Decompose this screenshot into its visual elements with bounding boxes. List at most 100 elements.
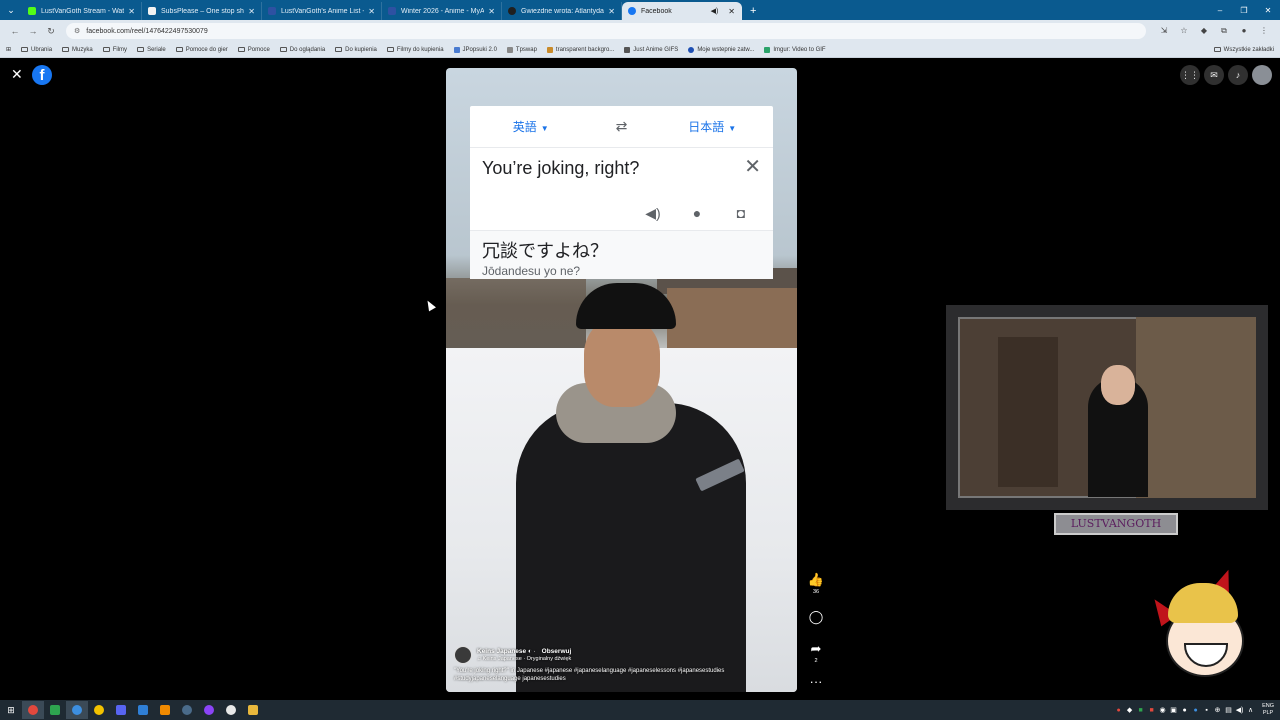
bookmark-filmy-do-kupienia[interactable]: Filmy do kupienia (386, 47, 444, 53)
follow-button[interactable]: Obserwuj (542, 648, 572, 655)
reel-video[interactable]: 英語 ▼ ⇄ 日本語 ▼ You’re joking, right? ✕ ◀) ● … (446, 68, 797, 692)
menu-icon[interactable]: ⋮ (1254, 26, 1274, 36)
tray-icon[interactable]: ● (1190, 707, 1201, 714)
messenger-icon[interactable]: ✉ (1204, 65, 1224, 85)
avatar[interactable] (1252, 65, 1272, 85)
author-avatar[interactable] (454, 646, 472, 665)
file-explorer-icon[interactable] (242, 701, 264, 719)
tray-icon[interactable]: ▪ (1201, 707, 1212, 714)
tab-facebook[interactable]: Facebook ◀) ✕ (622, 2, 742, 20)
bookmark-label: Pomoce (247, 46, 270, 53)
target-language: 日本語 ▼ (652, 118, 774, 135)
address-bar[interactable]: ⚙ facebook.com/reel/1476422497530079 (66, 23, 1146, 39)
tray-icon[interactable]: ■ (1135, 707, 1146, 714)
site-info-icon[interactable]: ⚙ (74, 27, 80, 35)
streamer-nameplate: LUSTVANGOTH (1054, 513, 1178, 535)
audio-label[interactable]: ♫ Keins Japanese · Oryginalny dźwięk (477, 656, 571, 662)
forward-icon[interactable]: → (24, 26, 42, 36)
folder-icon (386, 47, 394, 52)
bookmark-star-icon[interactable]: ☆ (1174, 26, 1194, 36)
vlc-icon[interactable] (154, 701, 176, 719)
tray-icon[interactable]: ■ (1146, 707, 1157, 714)
comment-action[interactable]: ◯ (809, 609, 824, 625)
twitch-icon[interactable] (198, 701, 220, 719)
new-tab-button[interactable]: + (742, 2, 764, 20)
bookmark-ubrania[interactable]: Ubrania (21, 47, 52, 53)
maximize-icon[interactable]: ❐ (1232, 6, 1256, 15)
tray-icon[interactable]: ◉ (1157, 706, 1168, 714)
bookmark-just-anime-gifs[interactable]: Just Anime GIFS (624, 46, 678, 53)
bookmark-jpopsuki[interactable]: JPopsuki 2.0 (453, 46, 497, 53)
app-icon[interactable] (88, 701, 110, 719)
app-icon[interactable] (132, 701, 154, 719)
tray-icon[interactable]: ▣ (1168, 706, 1179, 714)
close-tab-icon[interactable]: ✕ (368, 7, 375, 16)
target-text: 冗談ですよね？ (482, 241, 608, 262)
microphone-icon[interactable]: ● (1179, 707, 1190, 714)
folder-icon (21, 47, 29, 52)
install-icon[interactable]: ⇲ (1154, 26, 1174, 36)
network-icon[interactable]: ▤ (1223, 706, 1234, 714)
all-bookmarks[interactable]: Wszystkie zakładki (1213, 47, 1274, 53)
author-name[interactable]: Keins Japanese (477, 648, 526, 655)
bookmark-transparent-background[interactable]: transparent backgro... (546, 46, 614, 53)
bookmark-filmy[interactable]: Filmy (102, 47, 127, 53)
microphone-icon: ● (692, 205, 702, 221)
bookmark-pomoce[interactable]: Pomoce (237, 46, 270, 53)
windows-taskbar: ⊞ ● ◆ ■ ■ ◉ ▣ ● ● ▪ ⊕ ▤ ◀) ∧ ENG PLP (0, 700, 1280, 720)
bookmark-do-kupienia[interactable]: Do kupienia (335, 47, 377, 53)
close-viewer-icon[interactable]: ✕ (11, 66, 23, 83)
close-tab-icon[interactable]: ✕ (608, 7, 615, 16)
discord-icon[interactable] (110, 701, 132, 719)
volume-icon[interactable]: ◀) (1234, 706, 1245, 714)
tab-subsplease[interactable]: SubsPlease – One stop shop fo ✕ (142, 2, 262, 20)
bookmark-moje-wstepnie[interactable]: Moje wstepnie zatw... (688, 46, 755, 53)
tray-icon[interactable]: ◆ (1124, 706, 1135, 714)
apps-icon[interactable]: ⊞ (6, 46, 11, 53)
language-indicator[interactable]: ENG PLP (1262, 703, 1274, 717)
windows-start-icon[interactable]: ⊞ (0, 701, 22, 719)
extension-icon[interactable]: ◆ (1194, 26, 1214, 36)
share-count: 2 (814, 658, 818, 664)
reload-icon[interactable]: ↻ (42, 26, 60, 37)
tab-anime-list[interactable]: LustVanGoth's Anime List - My ✕ (262, 2, 382, 20)
obs-icon[interactable] (220, 701, 242, 719)
facebook-logo[interactable]: f (32, 65, 52, 85)
bookmark-pomoce-do-gier[interactable]: Pomoce do gier (175, 47, 228, 53)
menu-grid-icon[interactable]: ⋮⋮ (1180, 65, 1200, 85)
window-close-icon[interactable]: ✕ (1256, 6, 1280, 15)
back-icon[interactable]: ← (6, 26, 24, 36)
steam-icon[interactable] (176, 701, 198, 719)
minimize-icon[interactable]: – (1208, 6, 1232, 15)
tab-search-icon[interactable]: ⌄ (0, 0, 22, 20)
chevron-up-icon[interactable]: ∧ (1245, 706, 1256, 714)
tab-title: LustVanGoth Stream - Watch Li (41, 7, 125, 15)
tab-lustvangoth-stream[interactable]: LustVanGoth Stream - Watch Li ✕ (22, 2, 142, 20)
profile-icon[interactable]: ● (1234, 26, 1254, 36)
chrome-icon[interactable] (22, 701, 44, 719)
more-action[interactable]: ··· (810, 674, 823, 689)
like-action[interactable]: 👍 36 (808, 572, 824, 595)
bookmark-tpswap[interactable]: Tpswap (506, 46, 537, 53)
tray-icon[interactable]: ● (1113, 707, 1124, 714)
bookmark-seriale[interactable]: Seriale (137, 47, 166, 53)
close-tab-icon[interactable]: ✕ (248, 7, 255, 16)
close-tab-icon[interactable]: ✕ (128, 7, 135, 16)
speaker-icon[interactable]: ◀) (711, 7, 719, 15)
app-icon[interactable] (44, 701, 66, 719)
tray-icon[interactable]: ⊕ (1212, 706, 1223, 714)
browser-icon[interactable] (66, 701, 88, 719)
folder-icon (1213, 47, 1221, 52)
bookmark-imgur-video-to-gif[interactable]: Imgur: Video to GIF (764, 46, 826, 53)
close-tab-icon[interactable]: ✕ (728, 7, 735, 16)
tab-gwiezdne-wrota[interactable]: Gwiezdne wrota: Atlantyda / St ✕ (502, 2, 622, 20)
bookmark-label: Moje wstepnie zatw... (697, 46, 755, 53)
extensions-puzzle-icon[interactable]: ⧉ (1214, 26, 1234, 36)
share-action[interactable]: ➦ 2 (811, 641, 822, 664)
notifications-bell-icon[interactable]: ♪ (1228, 65, 1248, 85)
bookmark-do-ogladania[interactable]: Do oglądania (279, 47, 325, 53)
tab-winter-2026[interactable]: Winter 2026 - Anime - MyAnim ✕ (382, 2, 502, 20)
close-tab-icon[interactable]: ✕ (488, 7, 495, 16)
bookmark-muzyka[interactable]: Muzyka (62, 47, 93, 53)
author-row: Keins Japanese ◐ · Obserwuj ♫ Keins Japa… (454, 646, 784, 665)
